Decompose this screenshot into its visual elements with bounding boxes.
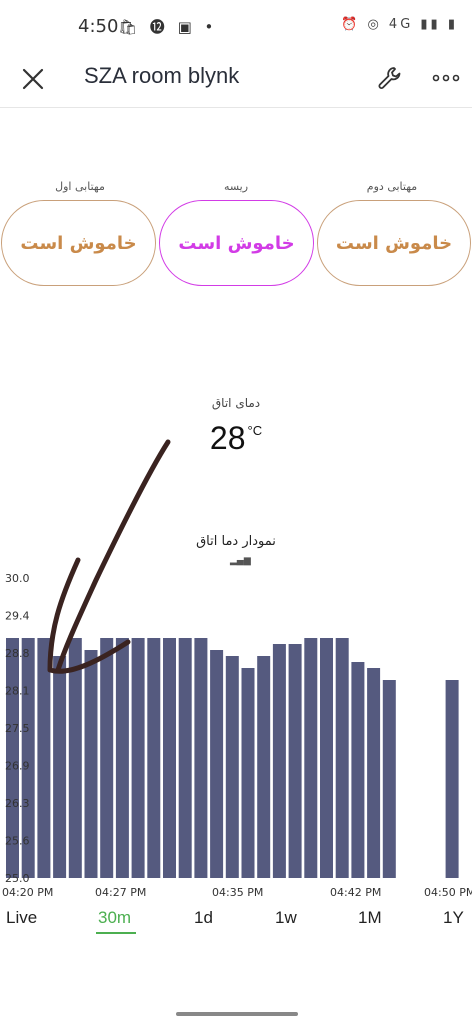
chart-bar [288, 644, 302, 878]
switch-state: خاموش است [20, 232, 137, 254]
switch-label-lamp-2: مهتابی دوم [366, 180, 418, 193]
chart-bar [257, 656, 271, 878]
switch-button-lamp-1[interactable]: خاموش است [1, 200, 156, 286]
period-1d[interactable]: 1d [194, 908, 213, 928]
status-bar: 4:50 🛍 ⓬ ▣ • ⏰ ◎ 4G ▮▮ ▮ [0, 0, 472, 54]
chart-bar [272, 644, 286, 878]
chart-bar [367, 668, 381, 878]
notification-icons: 🛍 ⓬ ▣ • [118, 18, 218, 36]
period-30m[interactable]: 30m [98, 908, 131, 928]
x-tick-label: 04:35 PM [212, 886, 263, 899]
x-tick-label: 04:50 PM [424, 886, 472, 899]
chart-bar [382, 680, 396, 878]
chart-bar [335, 638, 349, 878]
more-icon[interactable] [430, 62, 462, 94]
temperature-label: دمای اتاق [211, 396, 261, 410]
period-live[interactable]: Live [6, 908, 37, 928]
switch-button-string-light[interactable]: خاموش است [159, 200, 314, 286]
chart-bar [320, 638, 333, 878]
chart-bar [445, 680, 459, 878]
x-tick-label: 04:27 PM [95, 886, 146, 899]
app-bar: SZA room blynk [0, 54, 472, 108]
period-1w[interactable]: 1w [275, 908, 297, 928]
switch-button-lamp-2[interactable]: خاموش است [317, 200, 471, 286]
chart-bar [304, 638, 318, 878]
drawn-arrow-annotation [47, 439, 171, 674]
system-status-icons: ⏰ ◎ 4G ▮▮ ▮ [341, 17, 458, 32]
switch-label-lamp-1: مهتابی اول [55, 180, 105, 193]
status-time: 4:50 [78, 16, 119, 37]
y-tick-label: 26.3 [5, 797, 30, 810]
screen: 4:50 🛍 ⓬ ▣ • ⏰ ◎ 4G ▮▮ ▮ SZA room blynk … [0, 0, 472, 1024]
close-icon[interactable] [18, 64, 48, 94]
x-tick-label: 04:20 PM [2, 886, 53, 899]
chart-bar [210, 650, 224, 878]
chart-bar [351, 662, 365, 878]
temperature-unit: °C [247, 423, 263, 438]
home-indicator[interactable] [176, 1012, 298, 1016]
y-tick-label: 27.5 [5, 722, 30, 735]
period-1m[interactable]: 1M [358, 908, 382, 928]
y-tick-label: 25.6 [5, 835, 30, 848]
temperature-value: 28 [209, 420, 246, 456]
switch-state: خاموش است [335, 232, 453, 254]
switch-state: خاموش است [178, 232, 295, 254]
chart-bar [241, 668, 255, 878]
wrench-icon[interactable] [374, 62, 406, 94]
active-period-indicator [96, 932, 136, 934]
y-tick-label: 25.0 [5, 872, 30, 885]
chart-bar [225, 656, 239, 878]
page-title: SZA room blynk [84, 63, 240, 88]
period-1y[interactable]: 1Y [443, 908, 464, 928]
switch-label-string-light: ریسه [223, 180, 249, 193]
x-tick-label: 04:42 PM [330, 886, 381, 899]
y-tick-label: 26.9 [5, 760, 30, 773]
